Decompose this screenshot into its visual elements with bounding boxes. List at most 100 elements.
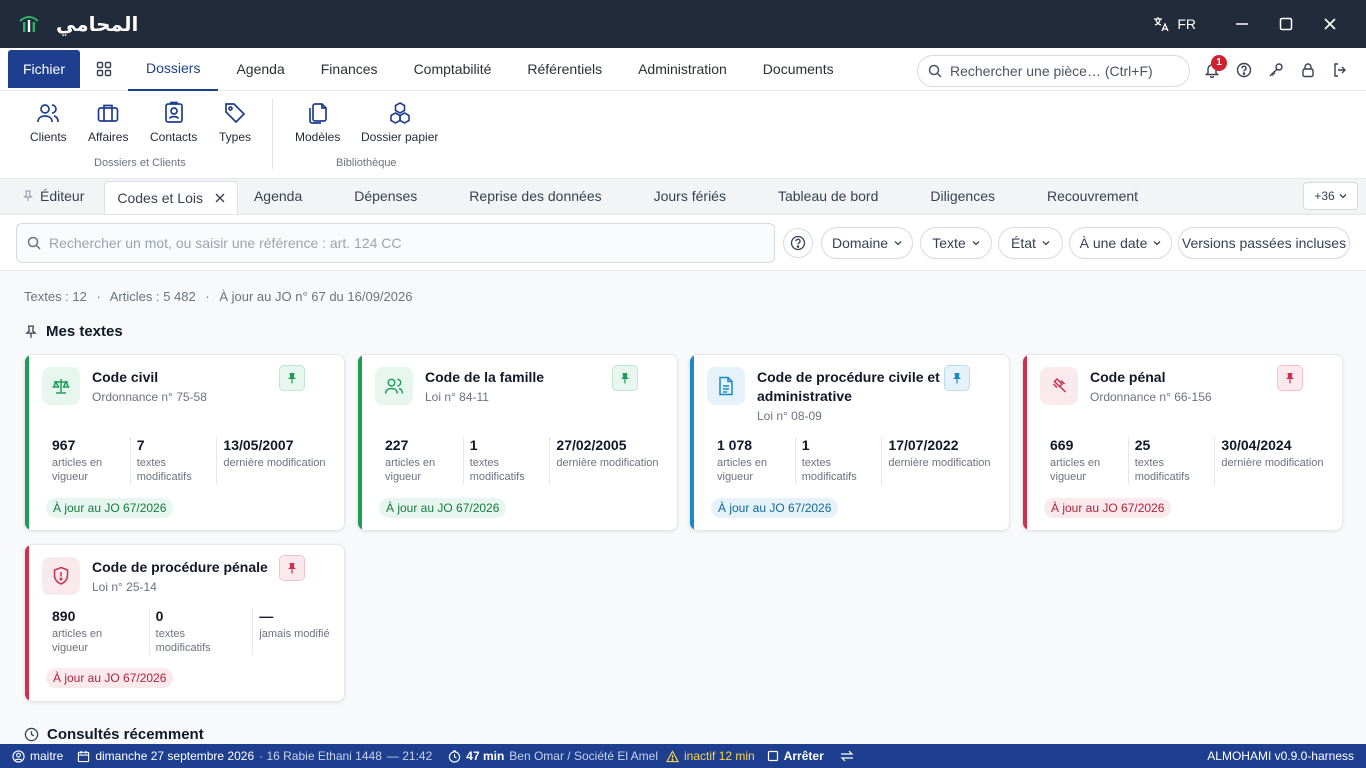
consultes-heading: Consultés récemment	[24, 726, 204, 743]
ribbon-affaires-button[interactable]: Affaires	[88, 101, 128, 144]
pin-outline-icon	[25, 325, 37, 338]
document-icon	[707, 367, 745, 405]
filter-texte[interactable]: Texte	[920, 227, 992, 259]
ribbon-types-button[interactable]: Types	[219, 101, 251, 144]
help-button[interactable]	[1228, 62, 1260, 78]
clock-icon	[24, 727, 39, 742]
pin-icon	[1286, 373, 1294, 384]
status-timer-value: 47 min	[466, 749, 505, 763]
pin-button[interactable]	[944, 365, 970, 391]
metric-textes: 25	[1134, 437, 1151, 453]
status-badge: À jour au JO 67/2026	[711, 498, 839, 518]
menu-agenda[interactable]: Agenda	[218, 48, 302, 91]
logo-icon	[19, 16, 39, 32]
maximize-button[interactable]	[1264, 0, 1308, 48]
minimize-button[interactable]	[1220, 0, 1264, 48]
tab-depenses[interactable]: Dépenses	[318, 178, 453, 214]
menu-referentiels[interactable]: Référentiels	[509, 48, 620, 91]
ribbon-types-label: Types	[219, 130, 252, 144]
search-help-button[interactable]	[783, 228, 813, 258]
status-inactive-label: inactif 12 min	[684, 749, 755, 763]
pin-button[interactable]	[612, 365, 638, 391]
card-subtitle: Loi n° 25-14	[92, 580, 157, 594]
logout-button[interactable]	[1324, 62, 1356, 78]
lock-button[interactable]	[1292, 62, 1324, 78]
more-tabs-button[interactable]: +36	[1303, 182, 1358, 210]
ribbon-clients-button[interactable]: Clients	[30, 101, 67, 144]
switch-timer-button[interactable]	[840, 750, 854, 762]
global-search-input[interactable]: Rechercher une pièce… (Ctrl+F)	[917, 55, 1190, 87]
card-subtitle: Loi n° 84-11	[425, 390, 489, 404]
metric-derniere-modif: 17/07/2022	[888, 437, 959, 453]
code-card-procedure-penale[interactable]: Code de procédure pénale Loi n° 25-14 89…	[24, 544, 345, 702]
notifications-button[interactable]: 1	[1196, 54, 1228, 78]
ribbon-modeles-button[interactable]: Modèles	[295, 101, 340, 144]
tab-jours-feries[interactable]: Jours fériés	[618, 178, 762, 214]
tab-agenda[interactable]: Agenda	[238, 178, 318, 214]
global-search-placeholder: Rechercher une pièce… (Ctrl+F)	[950, 63, 1153, 79]
tab-editeur[interactable]: Éditeur	[0, 178, 104, 214]
tab-editeur-label: Éditeur	[40, 188, 85, 204]
code-card-penal[interactable]: Code pénal Ordonnance n° 66-156 669 artic…	[1022, 354, 1343, 531]
logo-text: المحامي	[56, 12, 139, 36]
warning-icon	[666, 749, 680, 762]
menu-documents[interactable]: Documents	[745, 48, 852, 91]
status-user[interactable]: maitre	[12, 749, 63, 763]
title-bar: المحامي FR	[0, 0, 1366, 48]
tab-close-icon[interactable]	[215, 193, 225, 203]
apps-grid-button[interactable]	[80, 61, 128, 77]
pin-button[interactable]	[279, 365, 305, 391]
status-date-label: dimanche 27 septembre 2026	[95, 749, 255, 763]
mes-textes-title: Mes textes	[46, 323, 123, 340]
menu-comptabilite[interactable]: Comptabilité	[396, 48, 510, 91]
pin-button[interactable]	[1277, 365, 1303, 391]
metric-derniere-modif: 13/05/2007	[223, 437, 294, 453]
tab-tableau-de-bord[interactable]: Tableau de bord	[762, 178, 894, 214]
chevron-down-icon	[1339, 194, 1347, 199]
tab-diligences[interactable]: Diligences	[894, 178, 1031, 214]
pin-button[interactable]	[279, 555, 305, 581]
filter-date-label: À une date	[1079, 235, 1148, 251]
ribbon-contacts-button[interactable]: Contacts	[150, 101, 197, 144]
filter-etat[interactable]: État	[998, 227, 1063, 259]
filter-texte-label: Texte	[932, 235, 966, 251]
menu-finances[interactable]: Finances	[303, 48, 396, 91]
card-subtitle: Ordonnance n° 75-58	[92, 390, 207, 404]
card-metrics: 1 078 articles en vigueur 1 textes modificat…	[711, 437, 999, 484]
filter-versions-passees[interactable]: Versions passées incluses	[1178, 227, 1350, 259]
card-title: Code civil	[92, 369, 159, 385]
search-icon	[27, 236, 41, 250]
fichier-button[interactable]: Fichier	[8, 50, 80, 88]
chevron-down-icon	[1153, 241, 1161, 246]
pin-icon	[621, 373, 629, 384]
close-button[interactable]	[1308, 0, 1352, 48]
stats-jour: À jour au JO n° 67 du 16/09/2026	[219, 289, 413, 304]
key-button[interactable]	[1260, 62, 1292, 78]
menu-administration[interactable]: Administration	[620, 48, 745, 91]
status-badge: À jour au JO 67/2026	[46, 498, 174, 518]
code-card-procedure-civile[interactable]: Code de procédure civile et administrati…	[689, 354, 1010, 531]
codes-search-input[interactable]: Rechercher un mot, ou saisir une référen…	[16, 223, 775, 263]
filter-domaine[interactable]: Domaine	[821, 227, 913, 259]
stop-icon	[767, 750, 778, 762]
card-title: Code de procédure pénale	[92, 559, 268, 575]
card-title: Code de procédure civile et administrati…	[757, 369, 940, 404]
app-version: ALMOHAMI v0.9.0-harness	[1207, 749, 1354, 763]
codes-search-placeholder: Rechercher un mot, ou saisir une référen…	[49, 235, 402, 251]
code-card-famille[interactable]: Code de la famille Loi n° 84-11 227 artic…	[357, 354, 678, 531]
ribbon-clients-label: Clients	[30, 130, 67, 144]
stop-timer-button[interactable]: Arrêter	[767, 749, 824, 763]
metric-derniere-modif: —	[259, 608, 274, 624]
filter-date[interactable]: À une date	[1069, 227, 1172, 259]
code-card-civil[interactable]: Code civil Ordonnance n° 75-58 967 articl…	[24, 354, 345, 531]
tab-reprise-donnees[interactable]: Reprise des données	[453, 178, 617, 214]
tab-codes-et-lois[interactable]: Codes et Lois	[104, 181, 238, 214]
ribbon-dossier-papier-button[interactable]: Dossier papier	[361, 101, 438, 144]
language-switch[interactable]: FR	[1153, 16, 1196, 32]
card-subtitle: Loi n° 08-09	[757, 409, 822, 423]
group-dossiers-clients: Dossiers et Clients	[94, 157, 186, 169]
pin-icon	[288, 373, 296, 384]
status-user-label: maitre	[30, 749, 64, 763]
tab-recouvrement[interactable]: Recouvrement	[1031, 178, 1154, 214]
menu-dossiers[interactable]: Dossiers	[128, 48, 219, 91]
